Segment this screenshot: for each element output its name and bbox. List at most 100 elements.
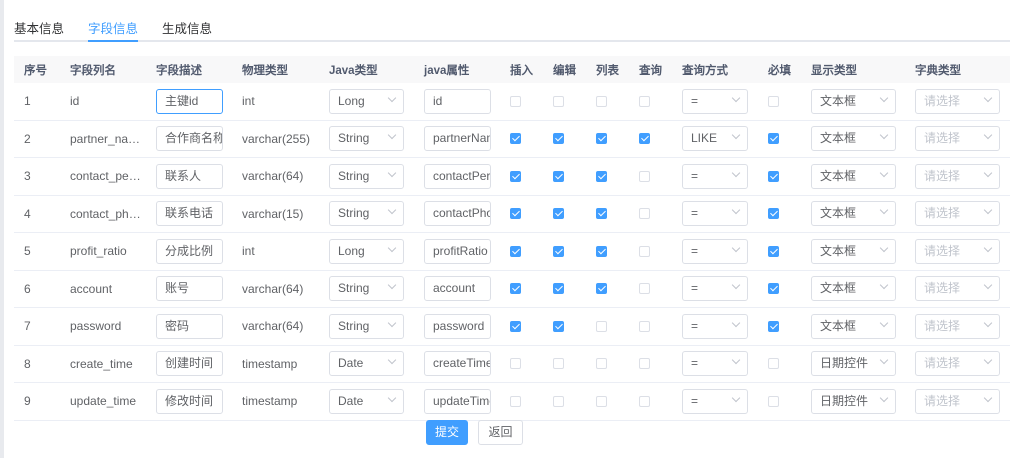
query-checkbox[interactable] bbox=[639, 133, 650, 145]
insert-checkbox[interactable] bbox=[510, 358, 521, 370]
required-checkbox[interactable] bbox=[768, 320, 779, 332]
list-checkbox[interactable] bbox=[596, 358, 607, 370]
dict-type-select[interactable]: 请选择 bbox=[915, 163, 1000, 189]
required-checkbox[interactable] bbox=[768, 283, 779, 295]
java-field-input[interactable]: partnerName bbox=[424, 126, 491, 152]
java-field-input[interactable]: id bbox=[424, 88, 491, 114]
html-type-select[interactable]: 日期控件 bbox=[811, 351, 896, 377]
java-type-select[interactable]: String bbox=[329, 126, 404, 152]
java-field-input[interactable]: password bbox=[424, 313, 491, 339]
edit-checkbox[interactable] bbox=[553, 283, 564, 295]
java-field-input[interactable]: contactPerson bbox=[424, 163, 491, 189]
column-desc-input[interactable]: 账号 bbox=[156, 276, 223, 302]
tab-field-info[interactable]: 字段信息 bbox=[88, 18, 139, 42]
required-checkbox[interactable] bbox=[768, 358, 779, 370]
required-checkbox[interactable] bbox=[768, 133, 779, 145]
list-checkbox[interactable] bbox=[596, 95, 607, 107]
html-type-select[interactable]: 文本框 bbox=[811, 201, 896, 227]
submit-button[interactable]: 提交 bbox=[426, 420, 468, 445]
list-checkbox[interactable] bbox=[596, 283, 607, 295]
java-type-select[interactable]: Date bbox=[329, 388, 404, 414]
dict-type-select[interactable]: 请选择 bbox=[915, 238, 1000, 264]
query-checkbox[interactable] bbox=[639, 170, 650, 182]
edit-checkbox[interactable] bbox=[553, 245, 564, 257]
java-field-input[interactable]: profitRatio bbox=[424, 238, 491, 264]
query-checkbox[interactable] bbox=[639, 395, 650, 407]
java-type-select[interactable]: Date bbox=[329, 351, 404, 377]
column-desc-input[interactable]: 分成比例 bbox=[156, 238, 223, 264]
query-type-select[interactable]: = bbox=[682, 238, 748, 264]
query-type-select[interactable]: = bbox=[682, 201, 748, 227]
list-checkbox[interactable] bbox=[596, 170, 607, 182]
html-type-select[interactable]: 文本框 bbox=[811, 276, 896, 302]
edit-checkbox[interactable] bbox=[553, 358, 564, 370]
java-type-select[interactable]: String bbox=[329, 313, 404, 339]
edit-checkbox[interactable] bbox=[553, 208, 564, 220]
column-desc-input[interactable]: 联系人 bbox=[156, 163, 223, 189]
query-type-select[interactable]: = bbox=[682, 388, 748, 414]
dict-type-select[interactable]: 请选择 bbox=[915, 126, 1000, 152]
required-checkbox[interactable] bbox=[768, 95, 779, 107]
required-checkbox[interactable] bbox=[768, 170, 779, 182]
java-field-input[interactable]: account bbox=[424, 276, 491, 302]
dict-type-select[interactable]: 请选择 bbox=[915, 276, 1000, 302]
java-type-select[interactable]: String bbox=[329, 163, 404, 189]
query-type-select[interactable]: = bbox=[682, 313, 748, 339]
java-field-input[interactable]: updateTime bbox=[424, 388, 491, 414]
query-checkbox[interactable] bbox=[639, 208, 650, 220]
column-desc-input[interactable]: 创建时间 bbox=[156, 351, 223, 377]
edit-checkbox[interactable] bbox=[553, 95, 564, 107]
java-field-input[interactable]: createTime bbox=[424, 351, 491, 377]
list-checkbox[interactable] bbox=[596, 320, 607, 332]
html-type-select[interactable]: 文本框 bbox=[811, 163, 896, 189]
column-desc-input[interactable]: 修改时间 bbox=[156, 388, 223, 414]
column-desc-input[interactable]: 密码 bbox=[156, 313, 223, 339]
edit-checkbox[interactable] bbox=[553, 320, 564, 332]
html-type-select[interactable]: 文本框 bbox=[811, 126, 896, 152]
dict-type-select[interactable]: 请选择 bbox=[915, 201, 1000, 227]
html-type-select[interactable]: 日期控件 bbox=[811, 388, 896, 414]
dict-type-select[interactable]: 请选择 bbox=[915, 351, 1000, 377]
list-checkbox[interactable] bbox=[596, 133, 607, 145]
html-type-select[interactable]: 文本框 bbox=[811, 313, 896, 339]
insert-checkbox[interactable] bbox=[510, 320, 521, 332]
insert-checkbox[interactable] bbox=[510, 283, 521, 295]
query-type-select[interactable]: LIKE bbox=[682, 126, 748, 152]
insert-checkbox[interactable] bbox=[510, 208, 521, 220]
column-desc-input[interactable]: 主键id bbox=[156, 88, 223, 114]
java-type-select[interactable]: Long bbox=[329, 238, 404, 264]
java-field-input[interactable]: contactPhone bbox=[424, 201, 491, 227]
html-type-select[interactable]: 文本框 bbox=[811, 88, 896, 114]
insert-checkbox[interactable] bbox=[510, 395, 521, 407]
required-checkbox[interactable] bbox=[768, 245, 779, 257]
query-checkbox[interactable] bbox=[639, 283, 650, 295]
required-checkbox[interactable] bbox=[768, 208, 779, 220]
list-checkbox[interactable] bbox=[596, 245, 607, 257]
insert-checkbox[interactable] bbox=[510, 95, 521, 107]
query-checkbox[interactable] bbox=[639, 320, 650, 332]
dict-type-select[interactable]: 请选择 bbox=[915, 388, 1000, 414]
query-type-select[interactable]: = bbox=[682, 351, 748, 377]
tab-basic-info[interactable]: 基本信息 bbox=[14, 18, 64, 42]
java-type-select[interactable]: String bbox=[329, 201, 404, 227]
column-desc-input[interactable]: 合作商名称 bbox=[156, 126, 223, 152]
edit-checkbox[interactable] bbox=[553, 395, 564, 407]
back-button[interactable]: 返回 bbox=[478, 420, 523, 445]
insert-checkbox[interactable] bbox=[510, 133, 521, 145]
edit-checkbox[interactable] bbox=[553, 133, 564, 145]
dict-type-select[interactable]: 请选择 bbox=[915, 313, 1000, 339]
query-checkbox[interactable] bbox=[639, 245, 650, 257]
list-checkbox[interactable] bbox=[596, 208, 607, 220]
dict-type-select[interactable]: 请选择 bbox=[915, 88, 1000, 114]
html-type-select[interactable]: 文本框 bbox=[811, 238, 896, 264]
tab-generate-info[interactable]: 生成信息 bbox=[162, 18, 212, 42]
list-checkbox[interactable] bbox=[596, 395, 607, 407]
query-type-select[interactable]: = bbox=[682, 163, 748, 189]
required-checkbox[interactable] bbox=[768, 395, 779, 407]
query-type-select[interactable]: = bbox=[682, 88, 748, 114]
insert-checkbox[interactable] bbox=[510, 170, 521, 182]
java-type-select[interactable]: String bbox=[329, 276, 404, 302]
edit-checkbox[interactable] bbox=[553, 170, 564, 182]
java-type-select[interactable]: Long bbox=[329, 88, 404, 114]
query-checkbox[interactable] bbox=[639, 358, 650, 370]
